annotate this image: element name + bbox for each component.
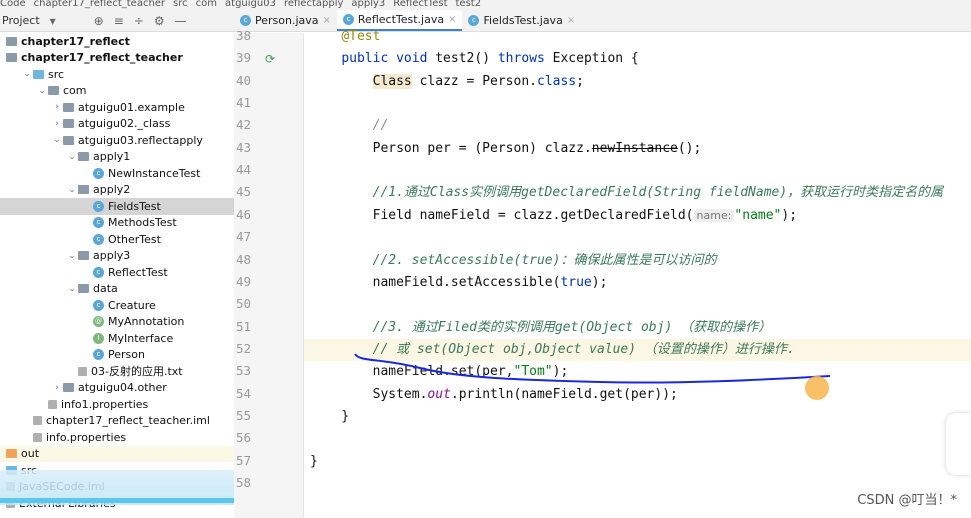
pen-annotation (354, 353, 831, 384)
pen-stroke (354, 353, 831, 384)
floating-panel-handle[interactable] (946, 413, 971, 475)
cursor-highlight (805, 376, 829, 400)
watermark: CSDN @叮当！* (857, 493, 957, 508)
